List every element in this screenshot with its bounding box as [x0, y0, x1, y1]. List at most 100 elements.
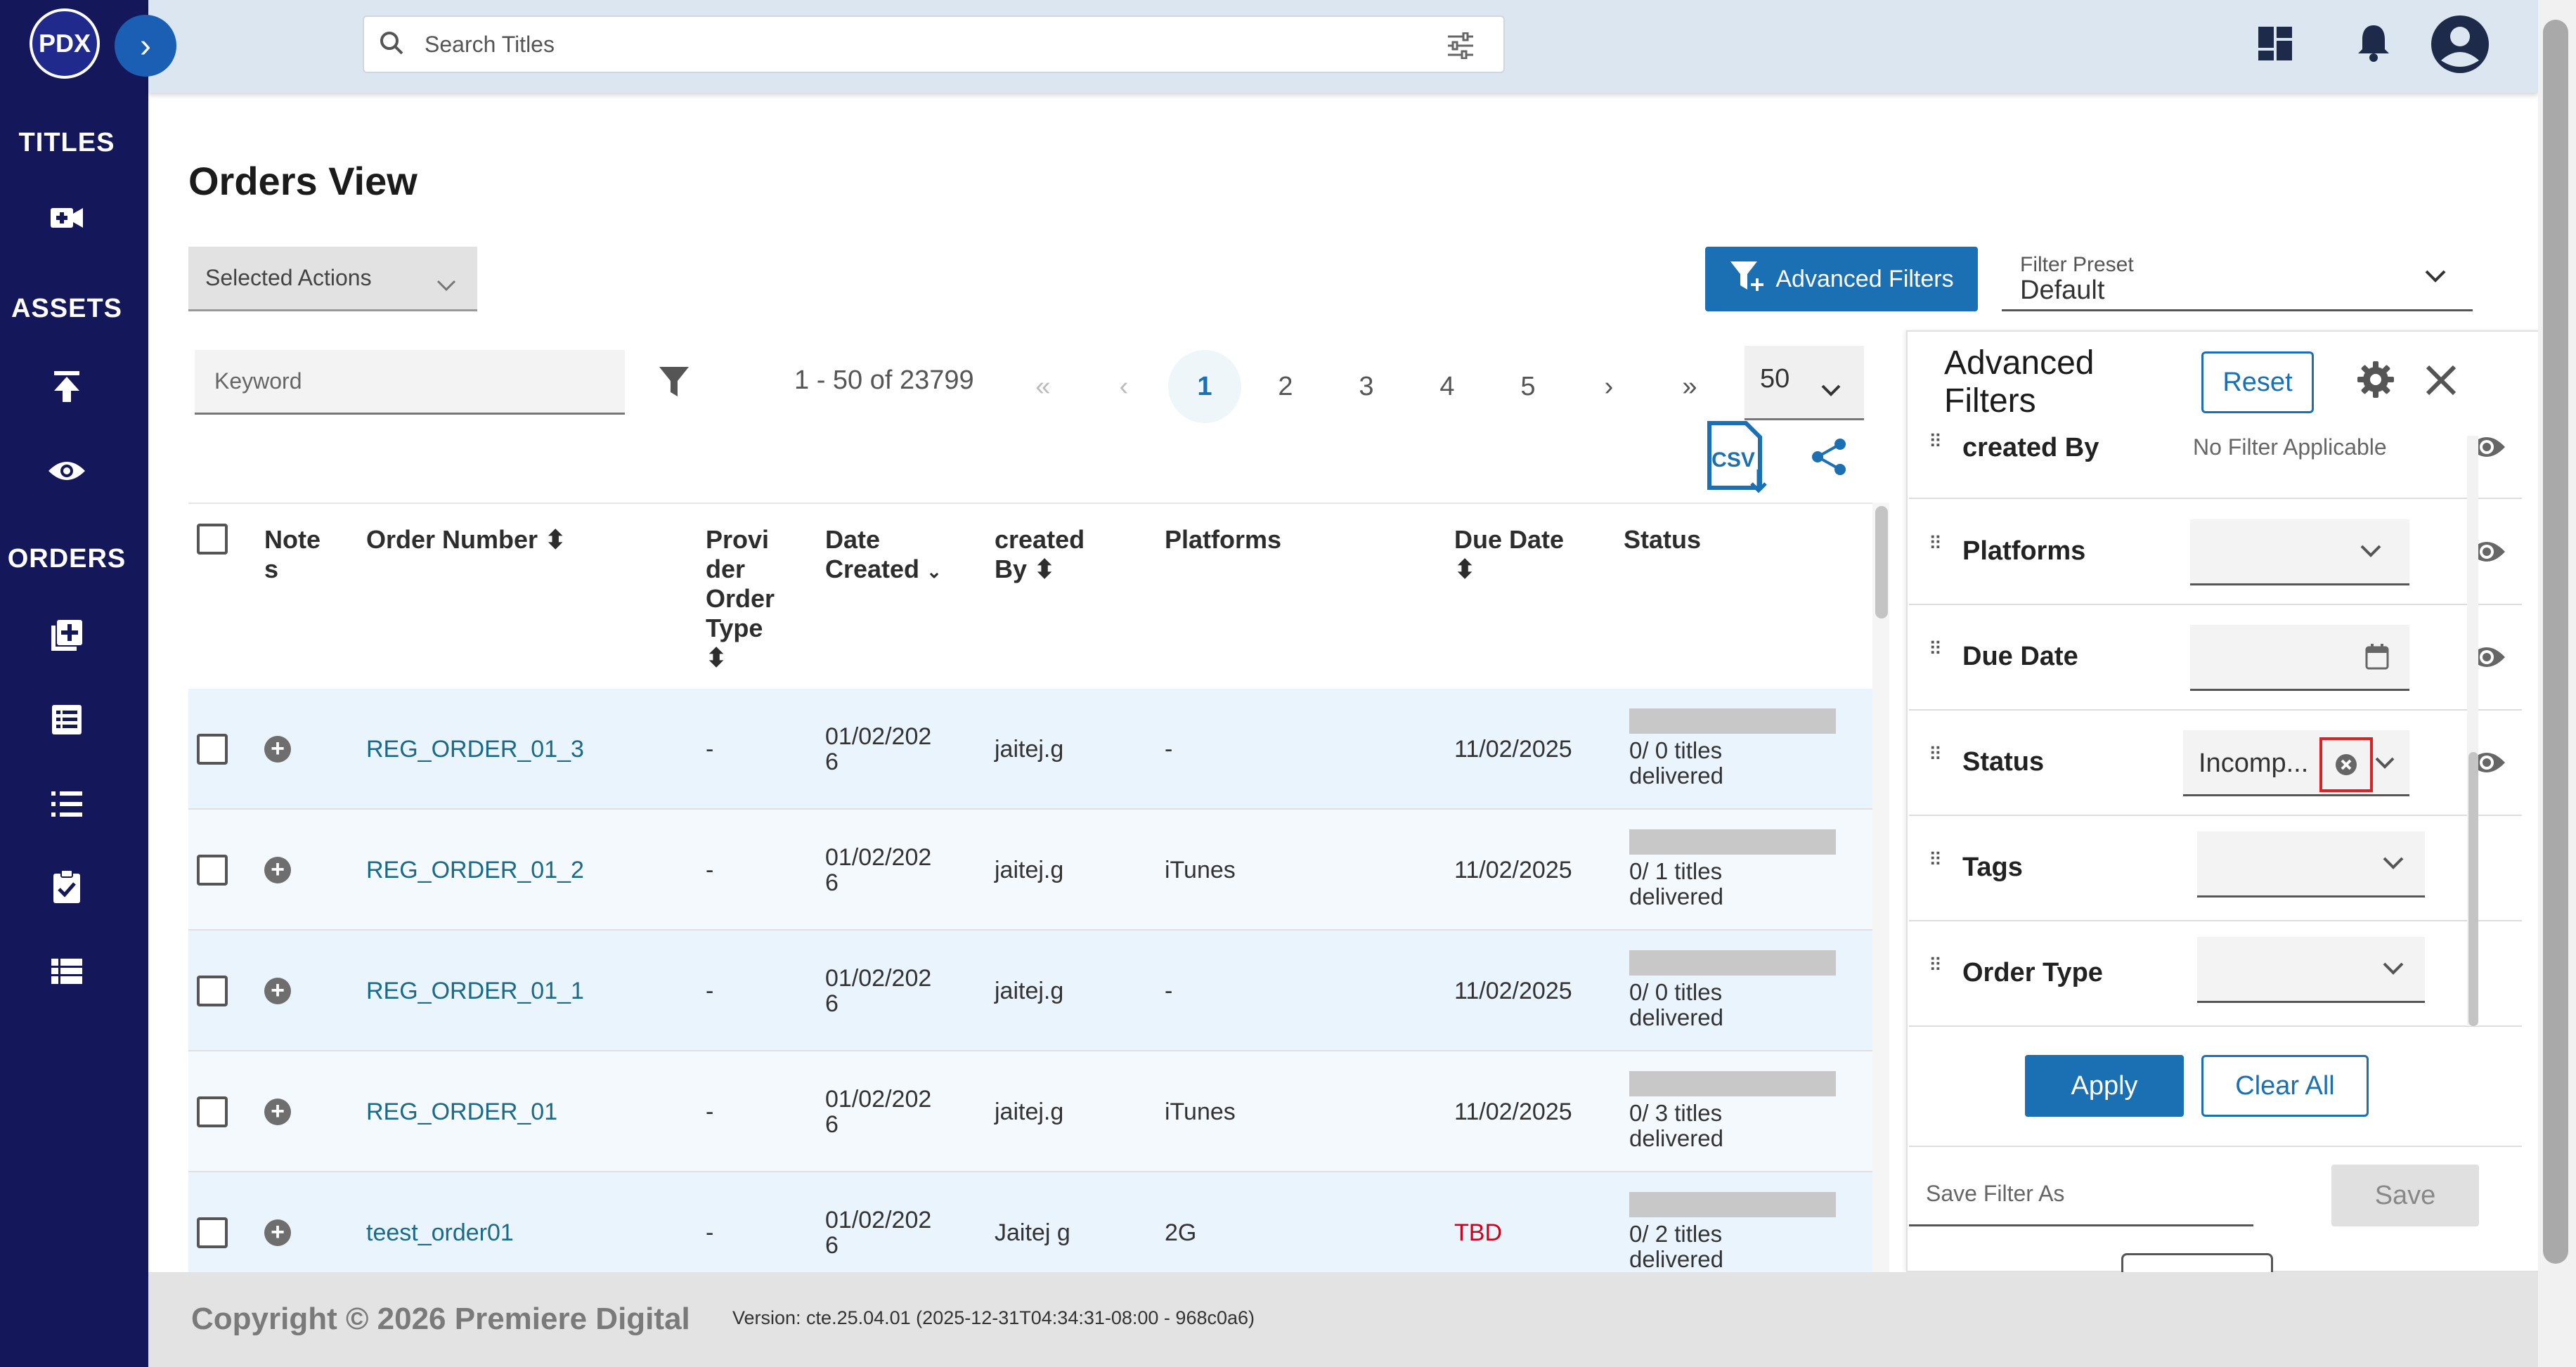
search-icon[interactable]: [378, 30, 406, 61]
page-button-3[interactable]: 3: [1330, 350, 1403, 423]
drag-handle-icon[interactable]: ⠿: [1929, 534, 1946, 567]
status-progress-bar: [1629, 1071, 1836, 1096]
video-add-icon[interactable]: [42, 197, 91, 239]
version-text: Version: cte.25.04.01 (2025-12-31T04:34:…: [732, 1307, 1255, 1328]
page-button-5[interactable]: 5: [1491, 350, 1565, 423]
platforms-select[interactable]: [2190, 519, 2409, 585]
csv-label: CSV: [1711, 448, 1755, 472]
selected-actions-dropdown[interactable]: Selected Actions: [188, 247, 477, 311]
table-row[interactable]: + REG_ORDER_01_1 - 01/02/202 6 jaitej.g …: [188, 931, 1877, 1051]
share-icon[interactable]: [1809, 437, 1849, 480]
table-row[interactable]: + REG_ORDER_01 - 01/02/202 6 jaitej.g iT…: [188, 1051, 1877, 1172]
apply-button[interactable]: Apply: [2025, 1055, 2184, 1117]
advanced-filters-button[interactable]: Advanced Filters: [1705, 247, 1978, 311]
row-checkbox[interactable]: [197, 976, 228, 1006]
header-date-created[interactable]: Date Created ⌄: [825, 525, 942, 586]
copyright-text: Copyright © 2026 Premiere Digital: [191, 1302, 690, 1336]
reset-button[interactable]: Reset: [2201, 351, 2314, 413]
page-button-2[interactable]: 2: [1249, 350, 1322, 423]
page-button-4[interactable]: 4: [1411, 350, 1484, 423]
drag-handle-icon[interactable]: ⠿: [1929, 640, 1946, 673]
chevron-down-icon: [2359, 543, 2383, 562]
csv-export-icon[interactable]: CSV: [1705, 420, 1773, 498]
chevron-down-icon: [2381, 855, 2405, 874]
page-scrollbar-thumb[interactable]: [2543, 20, 2568, 1264]
order-type-select[interactable]: [2197, 937, 2425, 1003]
filter-settings-icon[interactable]: [1446, 32, 1475, 63]
save-button[interactable]: Save: [2331, 1165, 2479, 1226]
clipboard-check-icon[interactable]: [42, 866, 91, 908]
filter-add-icon: [1729, 260, 1766, 299]
close-icon[interactable]: [2425, 364, 2457, 400]
filter-label: Due Date: [1962, 642, 2078, 671]
add-note-icon[interactable]: +: [264, 1219, 291, 1246]
provider-order-type: -: [706, 1099, 714, 1125]
order-number-link[interactable]: REG_ORDER_01_1: [366, 978, 584, 1004]
row-checkbox[interactable]: [197, 855, 228, 886]
order-number-link[interactable]: REG_ORDER_01: [366, 1099, 557, 1125]
dashboard-icon[interactable]: [2257, 25, 2293, 65]
save-filter-input[interactable]: [1926, 1163, 2235, 1224]
eye-icon[interactable]: [42, 450, 91, 492]
next-page-button[interactable]: ›: [1572, 350, 1645, 423]
filter-row-created-by: ⠿ created By No Filter Applicable: [1909, 429, 2522, 499]
due-date: 11/02/2025: [1454, 978, 1572, 1004]
order-number-link[interactable]: REG_ORDER_01_3: [366, 737, 584, 762]
status-select[interactable]: Incomp...: [2183, 730, 2409, 796]
upload-icon[interactable]: [42, 365, 91, 408]
select-all-checkbox[interactable]: [197, 524, 228, 555]
row-checkbox[interactable]: [197, 1096, 228, 1127]
expand-sidebar-button[interactable]: ›: [115, 15, 176, 77]
platforms: 2G: [1165, 1219, 1197, 1246]
keyword-input[interactable]: [214, 350, 608, 412]
calendar-icon[interactable]: [2364, 643, 2390, 675]
clear-all-button[interactable]: Clear All: [2201, 1055, 2369, 1117]
order-number-link[interactable]: REG_ORDER_01_2: [366, 857, 584, 883]
filter-preset-select[interactable]: Filter Preset Default: [2002, 246, 2473, 311]
add-note-icon[interactable]: +: [264, 857, 291, 883]
add-note-icon[interactable]: +: [264, 1099, 291, 1125]
header-created-by[interactable]: created By ⬍: [995, 525, 1085, 584]
gear-icon[interactable]: [2356, 360, 2395, 403]
table-row[interactable]: + teest_order01 - 01/02/202 6 Jaitej g 2…: [188, 1172, 1877, 1272]
pdx-logo[interactable]: PDX: [30, 8, 100, 79]
add-order-icon[interactable]: [42, 614, 91, 656]
drag-handle-icon[interactable]: ⠿: [1929, 432, 1946, 465]
page-button-1[interactable]: 1: [1168, 350, 1241, 423]
notification-bell-icon[interactable]: [2357, 22, 2390, 67]
due-date: TBD: [1454, 1219, 1502, 1246]
header-order-number[interactable]: Order Number ⬍: [366, 525, 566, 555]
status-text: 0/ 0 titles delivered: [1629, 979, 1723, 1030]
drag-handle-icon[interactable]: ⠿: [1929, 956, 1946, 989]
tags-select[interactable]: [2197, 831, 2425, 898]
clear-selection-icon[interactable]: [2319, 737, 2373, 792]
filter-label: Platforms: [1962, 536, 2086, 566]
prev-page-button[interactable]: ‹: [1087, 350, 1160, 423]
search-input[interactable]: [425, 17, 1409, 72]
row-checkbox[interactable]: [197, 1217, 228, 1248]
add-note-icon[interactable]: +: [264, 978, 291, 1004]
panel-scrollbar-thumb[interactable]: [2468, 752, 2478, 1026]
order-number-link[interactable]: teest_order01: [366, 1220, 514, 1245]
due-date-picker[interactable]: [2190, 625, 2409, 691]
first-page-button[interactable]: «: [1007, 350, 1080, 423]
add-note-icon[interactable]: +: [264, 736, 291, 763]
sort-icon: ⬍: [1034, 555, 1056, 583]
header-due-date[interactable]: Due Date ⬍: [1454, 525, 1564, 584]
per-page-select[interactable]: 50: [1745, 346, 1864, 420]
last-page-button[interactable]: »: [1653, 350, 1726, 423]
drag-handle-icon[interactable]: ⠿: [1929, 745, 1946, 778]
table-row[interactable]: + REG_ORDER_01_3 - 01/02/202 6 jaitej.g …: [188, 689, 1877, 810]
row-checkbox[interactable]: [197, 734, 228, 765]
status-text: 0/ 2 titles delivered: [1629, 1221, 1723, 1272]
created-by: Jaitej g: [995, 1219, 1070, 1246]
filter-funnel-icon[interactable]: [658, 365, 690, 401]
header-provider-order-type[interactable]: Provi der Order Type ⬍: [706, 525, 775, 673]
order-list-icon[interactable]: [42, 699, 91, 741]
numbered-list-icon[interactable]: [42, 783, 91, 825]
user-avatar-icon[interactable]: [2430, 14, 2490, 78]
drag-handle-icon[interactable]: ⠿: [1929, 850, 1946, 883]
table-list-icon[interactable]: [42, 950, 91, 992]
table-scrollbar-thumb[interactable]: [1875, 506, 1888, 618]
table-row[interactable]: + REG_ORDER_01_2 - 01/02/202 6 jaitej.g …: [188, 810, 1877, 931]
